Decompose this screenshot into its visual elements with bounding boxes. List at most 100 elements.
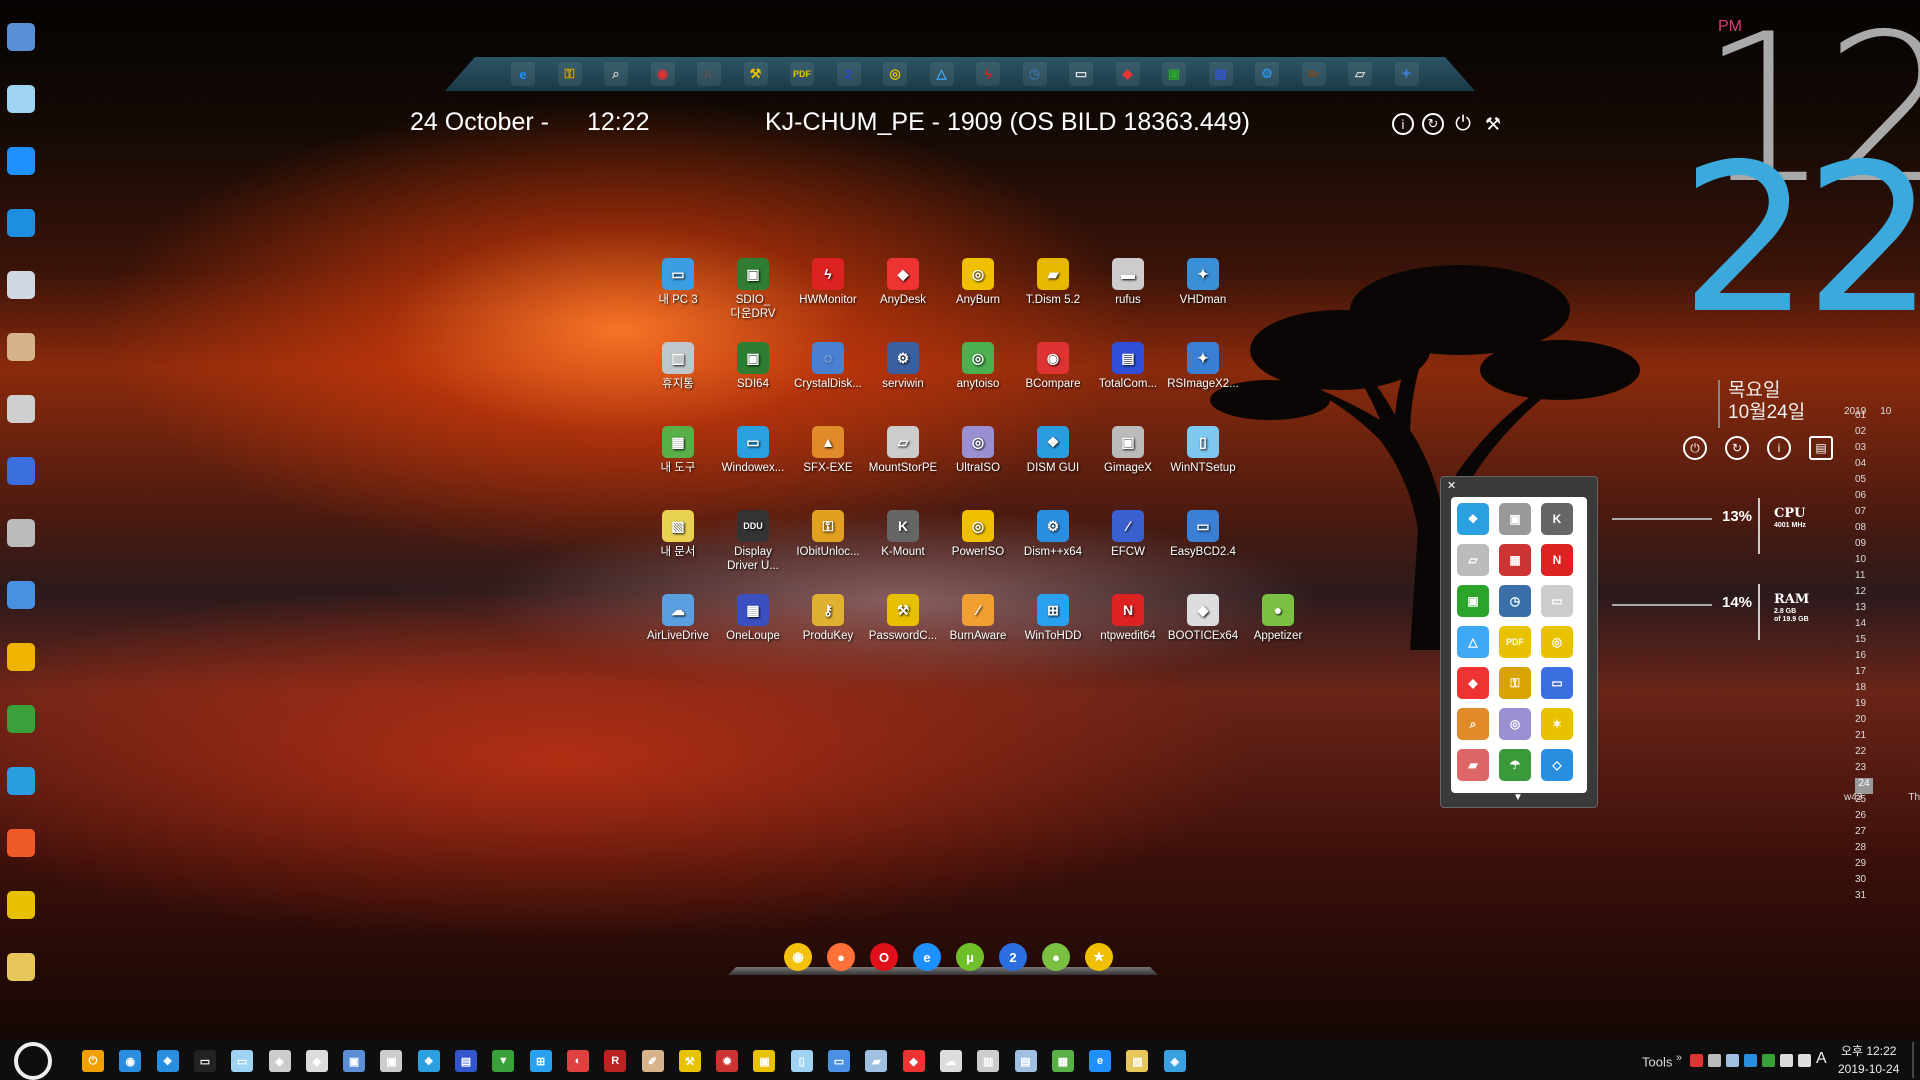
calendar-day[interactable]: 13	[1855, 602, 1920, 618]
calendar-check-icon[interactable]: ▦	[1499, 544, 1531, 576]
desktop-icon[interactable]: ▰ T.Dism 5.2	[1016, 258, 1090, 307]
close-icon[interactable]: ✕	[1447, 479, 1456, 492]
printer-icon[interactable]: ▣	[1499, 503, 1531, 535]
desktop-icon[interactable]: ● Appetizer	[1241, 594, 1315, 643]
key-icon[interactable]: ⚒	[743, 62, 768, 86]
desktop-icon[interactable]: ◎ AnyBurn	[941, 258, 1015, 307]
drive-icon[interactable]: ▭	[1069, 62, 1093, 86]
calendar-day[interactable]: 30	[1855, 874, 1920, 890]
power-icon[interactable]: ⏻	[1452, 113, 1474, 135]
calendar-day[interactable]: 22	[1855, 746, 1920, 762]
drop-icon[interactable]: ◇	[1541, 749, 1573, 781]
cloud-icon[interactable]: ☁	[939, 1050, 962, 1072]
ie-icon[interactable]: e	[913, 943, 941, 971]
cubes-icon[interactable]	[4, 206, 38, 240]
tray-chevron-icon[interactable]: »	[1676, 1052, 1682, 1064]
windows-icon[interactable]: ❖	[1457, 503, 1489, 535]
calendar-day[interactable]: 16	[1855, 650, 1920, 666]
monitor-tray-icon[interactable]	[1798, 1054, 1811, 1067]
network-pc-icon[interactable]	[4, 20, 38, 54]
calendar-day[interactable]: 31	[1855, 890, 1920, 906]
ie-icon[interactable]	[4, 144, 38, 178]
desktop-icon[interactable]: ✦ RSImageX2...	[1166, 342, 1240, 391]
calendar-day[interactable]: 21	[1855, 730, 1920, 746]
screen-icon[interactable]	[4, 454, 38, 488]
desktop-icon[interactable]: ▱ MountStorPE	[866, 426, 940, 475]
desktop-icon[interactable]: ▲ SFX-EXE	[791, 426, 865, 475]
devices-icon[interactable]	[4, 516, 38, 550]
desktop-icon[interactable]: ▣ SDIO_ 다운DRV	[716, 258, 790, 321]
calendar-day[interactable]: 23	[1855, 762, 1920, 778]
calendar-day[interactable]: 15	[1855, 634, 1920, 650]
disk-clock-icon[interactable]: ◷	[1022, 62, 1047, 86]
restart-icon[interactable]: ↻	[1725, 436, 1749, 460]
desktop-icon[interactable]: ⚒ PasswordC...	[866, 594, 940, 643]
desktop-icon[interactable]: ⚿ IObitUnloc...	[791, 510, 865, 559]
disc-icon[interactable]: ◎	[1499, 708, 1531, 740]
kmount-icon[interactable]: K	[697, 62, 721, 86]
key-icon[interactable]: ⚒	[678, 1050, 701, 1072]
ime-indicator[interactable]: A	[1816, 1050, 1827, 1068]
display-icon[interactable]: ▣	[753, 1050, 776, 1072]
shield-icon[interactable]: ◈	[268, 1050, 291, 1072]
ie-icon[interactable]: e	[1089, 1050, 1112, 1072]
colorwheel-icon[interactable]: ◐	[566, 1050, 589, 1072]
tools-icon[interactable]: ⚒	[1482, 113, 1504, 135]
desktop-icon[interactable]: ◎ PowerISO	[941, 510, 1015, 559]
desktop-icon[interactable]: ☁ AirLiveDrive	[641, 594, 715, 643]
info-icon[interactable]: i	[1392, 113, 1414, 135]
umbrella-icon[interactable]: ☂	[1499, 749, 1531, 781]
desktop-icon[interactable]: ▭ EasyBCD2.4	[1166, 510, 1240, 559]
desktop-icon[interactable]: ▦ 내 도구	[641, 426, 715, 475]
explorer-icon[interactable]: ▧	[1126, 1050, 1149, 1072]
start-button[interactable]	[14, 1042, 52, 1080]
desktop-icon[interactable]: K K-Mount	[866, 510, 940, 559]
refresh-blue-icon[interactable]	[4, 764, 38, 798]
calendar-day[interactable]: 06	[1855, 490, 1920, 506]
desktop-icon[interactable]: ✦ VHDman	[1166, 258, 1240, 307]
calendar-day[interactable]: 18	[1855, 682, 1920, 698]
utorrent-icon[interactable]: µ	[956, 943, 984, 971]
calendar-day[interactable]: 11	[1855, 570, 1920, 586]
unlock-icon[interactable]: ⚿	[1499, 667, 1531, 699]
desktop-icon[interactable]: ⊞ WinToHDD	[1016, 594, 1090, 643]
desktop-icon[interactable]: ▭ 내 PC 3	[641, 258, 715, 307]
calendar-day[interactable]: 28	[1855, 842, 1920, 858]
desktop-icon[interactable]: ⚙ serviwin	[866, 342, 940, 391]
red-tray-icon[interactable]	[1690, 1054, 1703, 1067]
desktop-icon[interactable]: ▭ Windowex...	[716, 426, 790, 475]
chrome-icon[interactable]: ◉	[784, 943, 812, 971]
package-icon[interactable]: ▰	[865, 1050, 888, 1072]
bees-icon[interactable]: ✶	[1541, 708, 1573, 740]
drive-icon[interactable]: ▭	[1541, 585, 1573, 617]
restart-icon[interactable]: ↻	[1422, 113, 1444, 135]
desktop-icon[interactable]: ∕ EFCW	[1091, 510, 1165, 559]
two-icon[interactable]: 2	[836, 62, 861, 86]
green-drive-icon[interactable]: ▣	[1162, 62, 1186, 86]
desktop-icon[interactable]: ⚙ Dism++x64	[1016, 510, 1090, 559]
calendar-day[interactable]: 01	[1855, 410, 1920, 426]
hwmonitor-icon[interactable]: ϟ	[976, 62, 1000, 86]
printer-icon[interactable]: ▣	[380, 1050, 403, 1072]
ramdisk-icon[interactable]: 2	[999, 943, 1027, 971]
monitor-icon[interactable]: ▭	[231, 1050, 254, 1072]
anydesk-icon[interactable]: ◆	[902, 1050, 925, 1072]
r-icon[interactable]: R	[604, 1050, 627, 1072]
calendar-day[interactable]: 10	[1855, 554, 1920, 570]
calendar-day[interactable]: 12	[1855, 586, 1920, 602]
chevron-down-icon[interactable]: ▼	[1513, 792, 1523, 803]
power-icon[interactable]: ⏻	[1683, 436, 1707, 460]
firefox-icon[interactable]: ●	[827, 943, 855, 971]
network-tray-icon[interactable]	[1708, 1054, 1721, 1067]
calendar-day[interactable]: 14	[1855, 618, 1920, 634]
ntpwedit-icon[interactable]: N	[1541, 544, 1573, 576]
cd-icon[interactable]: ◎	[883, 62, 907, 86]
r-app-icon[interactable]	[4, 888, 38, 922]
display-tray-icon[interactable]	[1726, 1054, 1739, 1067]
folder-icon[interactable]	[4, 950, 38, 984]
download-icon[interactable]	[4, 702, 38, 736]
globe-icon[interactable]	[4, 640, 38, 674]
desktop-icon[interactable]: DDU Display Driver U...	[716, 510, 790, 573]
calendar-day[interactable]: 09	[1855, 538, 1920, 554]
triangle-icon[interactable]: △	[929, 62, 954, 86]
